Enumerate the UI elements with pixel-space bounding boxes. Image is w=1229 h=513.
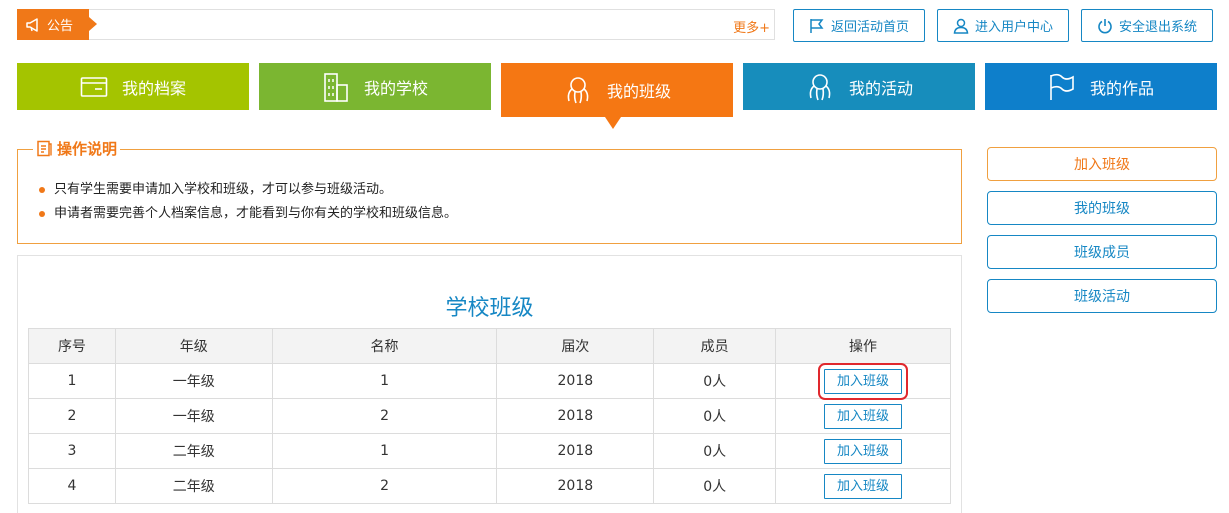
megaphone-icon [26, 17, 38, 32]
cell-no: 3 [28, 433, 116, 469]
column-header-members: 成员 [653, 328, 777, 364]
nav-my-school[interactable]: 我的学校 [259, 63, 491, 110]
cell-session: 2018 [496, 468, 655, 504]
column-header-no: 序号 [28, 328, 116, 364]
cell-grade: 二年级 [114, 468, 273, 504]
cell-name: 2 [271, 468, 498, 504]
document-icon [37, 140, 52, 157]
cell-action: 加入班级 [775, 362, 951, 400]
group-icon [809, 73, 831, 100]
building-icon [324, 72, 348, 102]
user-center-label: 进入用户中心 [974, 20, 1053, 35]
cell-no: 2 [28, 398, 116, 434]
nav-my-works-label: 我的作品 [1089, 78, 1154, 98]
nav-my-works[interactable]: 我的作品 [985, 63, 1217, 110]
join-class-button[interactable]: 加入班级 [818, 362, 909, 400]
back-to-activity-home-label: 返回活动首页 [830, 20, 909, 35]
join-class-button[interactable]: 加入班级 [824, 438, 903, 464]
cell-action: 加入班级 [775, 468, 951, 504]
column-header-action: 操作 [775, 328, 951, 364]
cell-members: 0人 [653, 468, 777, 504]
cell-grade: 一年级 [114, 398, 273, 434]
logout-button[interactable]: 安全退出系统 [1081, 9, 1213, 42]
announcement-bar: 公告 更多+ [17, 9, 775, 40]
cell-members: 0人 [653, 363, 777, 399]
side-menu-class-members[interactable]: 班级成员 [987, 235, 1217, 269]
column-header-name: 名称 [271, 328, 498, 364]
join-class-button[interactable]: 加入班级 [824, 403, 903, 429]
instructions-title-text: 操作说明 [57, 140, 118, 158]
group-icon [567, 77, 589, 104]
side-menu-my-class[interactable]: 我的班级 [987, 191, 1217, 225]
table-row: 2 一年级 2 2018 0人 加入班级 [28, 398, 951, 434]
announcement-tag: 公告 [17, 9, 97, 40]
column-header-grade: 年级 [114, 328, 273, 364]
cell-members: 0人 [653, 398, 777, 434]
table-row: 4 二年级 2 2018 0人 加入班级 [28, 468, 951, 504]
power-icon [1098, 18, 1112, 33]
back-to-activity-home-button[interactable]: 返回活动首页 [793, 9, 925, 42]
table-row: 1 一年级 1 2018 0人 加入班级 [28, 362, 951, 400]
nav-my-class-label: 我的班级 [606, 82, 671, 101]
instructions-list: 只有学生需要申请加入学校和班级，才可以参与班级活动。 申请者需要完善个人档案信息… [39, 181, 457, 229]
classes-table: 序号 年级 名称 届次 成员 操作 1 一年级 1 2018 0人 加入班级 2… [28, 328, 951, 504]
instructions-title: 操作说明 [33, 138, 121, 159]
side-menu-class-activities[interactable]: 班级活动 [987, 279, 1217, 313]
cell-members: 0人 [653, 433, 777, 469]
cell-session: 2018 [496, 398, 655, 434]
panel-title: 学校班级 [445, 296, 534, 321]
nav-my-activities-label: 我的活动 [848, 78, 913, 98]
column-header-session: 届次 [496, 328, 655, 364]
flag-icon [1050, 73, 1074, 100]
instructions-box: 操作说明 只有学生需要申请加入学校和班级，才可以参与班级活动。 申请者需要完善个… [17, 138, 962, 244]
nav-my-class[interactable]: 我的班级 [501, 63, 733, 117]
active-nav-indicator [605, 117, 621, 129]
nav-my-profile-label: 我的档案 [121, 78, 186, 98]
cell-name: 1 [271, 433, 498, 469]
announcement-more-link[interactable]: 更多+ [733, 17, 770, 36]
nav-my-school-label: 我的学校 [363, 78, 428, 98]
cell-action: 加入班级 [775, 398, 951, 434]
announcement-label: 公告 [47, 19, 74, 34]
table-header-row: 序号 年级 名称 届次 成员 操作 [28, 328, 951, 364]
nav-my-activities[interactable]: 我的活动 [743, 63, 975, 110]
cell-grade: 一年级 [114, 363, 273, 399]
cell-no: 4 [28, 468, 116, 504]
table-row: 3 二年级 1 2018 0人 加入班级 [28, 433, 951, 469]
cell-session: 2018 [496, 363, 655, 399]
user-center-button[interactable]: 进入用户中心 [937, 9, 1069, 42]
nav-my-profile[interactable]: 我的档案 [17, 63, 249, 110]
cell-grade: 二年级 [114, 433, 273, 469]
flag-icon [810, 18, 824, 33]
cell-no: 1 [28, 363, 116, 399]
cell-action: 加入班级 [775, 433, 951, 469]
user-icon [953, 18, 969, 34]
instruction-item: 申请者需要完善个人档案信息，才能看到与你有关的学校和班级信息。 [39, 205, 457, 229]
join-class-button[interactable]: 加入班级 [824, 473, 903, 499]
cell-name: 2 [271, 398, 498, 434]
cell-name: 1 [271, 363, 498, 399]
cell-session: 2018 [496, 433, 655, 469]
instruction-item: 只有学生需要申请加入学校和班级，才可以参与班级活动。 [39, 181, 457, 205]
side-menu-join-class[interactable]: 加入班级 [987, 147, 1217, 181]
logout-label: 安全退出系统 [1118, 20, 1197, 35]
id-card-icon [80, 76, 108, 97]
school-classes-panel: 学校班级 序号 年级 名称 届次 成员 操作 1 一年级 1 2018 0人 加… [17, 255, 962, 513]
